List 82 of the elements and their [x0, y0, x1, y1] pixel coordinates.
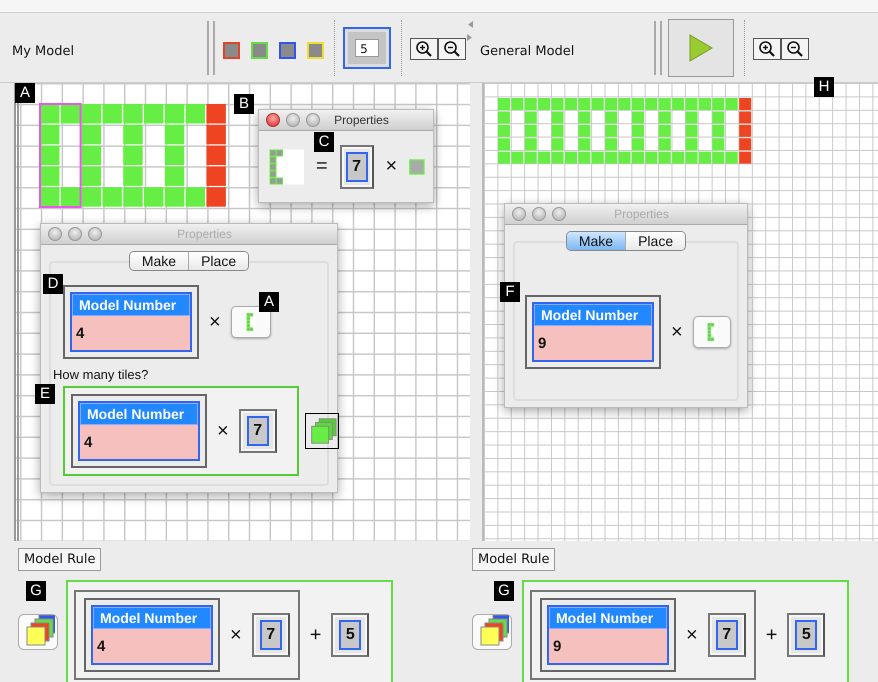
tile-icon — [409, 158, 425, 176]
number-field[interactable]: 5 — [355, 38, 380, 56]
card-header: Model Number — [93, 607, 211, 629]
card-header: Model Number — [72, 294, 190, 316]
close-button[interactable] — [512, 207, 526, 221]
marker-label: G — [494, 581, 514, 601]
marker-label: A — [15, 83, 35, 103]
model-rule-button[interactable]: Model Rule — [472, 548, 556, 571]
play-icon — [688, 32, 714, 62]
model-rule-button[interactable]: Model Rule — [18, 548, 102, 571]
times-sign: × — [217, 420, 229, 442]
number-field[interactable]: 7 — [260, 620, 282, 650]
zoom-in-icon — [415, 40, 433, 58]
minimize-button[interactable] — [286, 113, 300, 127]
tab[interactable]: Place — [189, 252, 248, 270]
value-field[interactable]: 4 — [72, 316, 190, 350]
zoom-button[interactable] — [306, 113, 320, 127]
minimize-button[interactable] — [68, 227, 82, 241]
number-field[interactable]: 7 — [346, 152, 368, 182]
zoom-button[interactable] — [552, 207, 566, 221]
plus-sign: + — [766, 624, 778, 646]
times-sign: × — [230, 624, 242, 646]
times-sign: × — [671, 320, 683, 344]
tab[interactable]: Place — [626, 232, 686, 250]
plus-sign: + — [310, 624, 322, 646]
zoom-in-button[interactable] — [410, 38, 438, 60]
model-label: General Model — [480, 44, 574, 59]
tile-button[interactable] — [230, 306, 271, 338]
number-field[interactable]: 5 — [795, 620, 818, 650]
window-title: Properties — [176, 227, 233, 241]
times-sign: × — [386, 155, 398, 178]
value-field[interactable]: 4 — [80, 425, 198, 459]
marker-label: C — [314, 132, 334, 152]
tile-stack-button[interactable] — [304, 413, 339, 449]
marker-label: B — [234, 94, 254, 114]
model-label: My Model — [12, 44, 76, 59]
window-title: Properties — [613, 207, 670, 221]
toolbar-divider — [207, 20, 216, 74]
card-header: Model Number — [549, 607, 667, 629]
zoom-out-button[interactable] — [781, 38, 810, 60]
marker-label: A — [259, 292, 279, 312]
zoom-out-button[interactable] — [438, 38, 466, 60]
number-field[interactable]: 7 — [716, 620, 738, 650]
split-arrows-icon — [466, 20, 474, 42]
times-sign: × — [686, 624, 698, 646]
question-text: How many tiles? — [53, 367, 150, 382]
zoom-in-icon — [758, 40, 776, 58]
bracket-tile-icon — [269, 146, 304, 186]
value-field[interactable]: 9 — [534, 326, 652, 360]
marker-label: E — [35, 384, 55, 404]
card-header: Model Number — [534, 304, 652, 326]
marker-label: G — [26, 581, 46, 601]
value-field[interactable]: 4 — [93, 629, 211, 663]
color-swatch[interactable] — [251, 42, 268, 59]
minimize-button[interactable] — [532, 207, 546, 221]
marker-label: F — [500, 282, 520, 302]
close-button[interactable] — [266, 113, 280, 127]
times-sign: × — [209, 310, 221, 334]
zoom-out-icon — [443, 40, 461, 58]
equals-sign: = — [316, 155, 328, 178]
tile-stack-button[interactable] — [18, 614, 58, 650]
color-swatch[interactable] — [223, 42, 240, 59]
close-button[interactable] — [48, 227, 62, 241]
number-field[interactable]: 5 — [339, 620, 362, 650]
card-header: Model Number — [80, 403, 198, 425]
toolbar-divider — [654, 20, 662, 74]
window-title: Properties — [333, 113, 390, 127]
bracket-tile-icon — [706, 323, 717, 341]
tab[interactable]: Make — [130, 252, 190, 270]
color-swatch[interactable] — [279, 42, 296, 59]
tile-stack-button[interactable] — [472, 614, 512, 650]
number-field[interactable]: 7 — [246, 416, 269, 446]
marker-label: D — [43, 274, 63, 294]
value-field[interactable]: 9 — [549, 629, 667, 663]
play-button[interactable] — [668, 18, 734, 76]
tab[interactable]: Make — [566, 232, 626, 250]
marker-label: H — [814, 77, 834, 97]
tile-button[interactable] — [692, 316, 731, 348]
zoom-out-icon — [786, 40, 804, 58]
zoom-in-button[interactable] — [753, 38, 782, 60]
bracket-tile-icon — [246, 313, 256, 331]
zoom-button[interactable] — [88, 227, 102, 241]
